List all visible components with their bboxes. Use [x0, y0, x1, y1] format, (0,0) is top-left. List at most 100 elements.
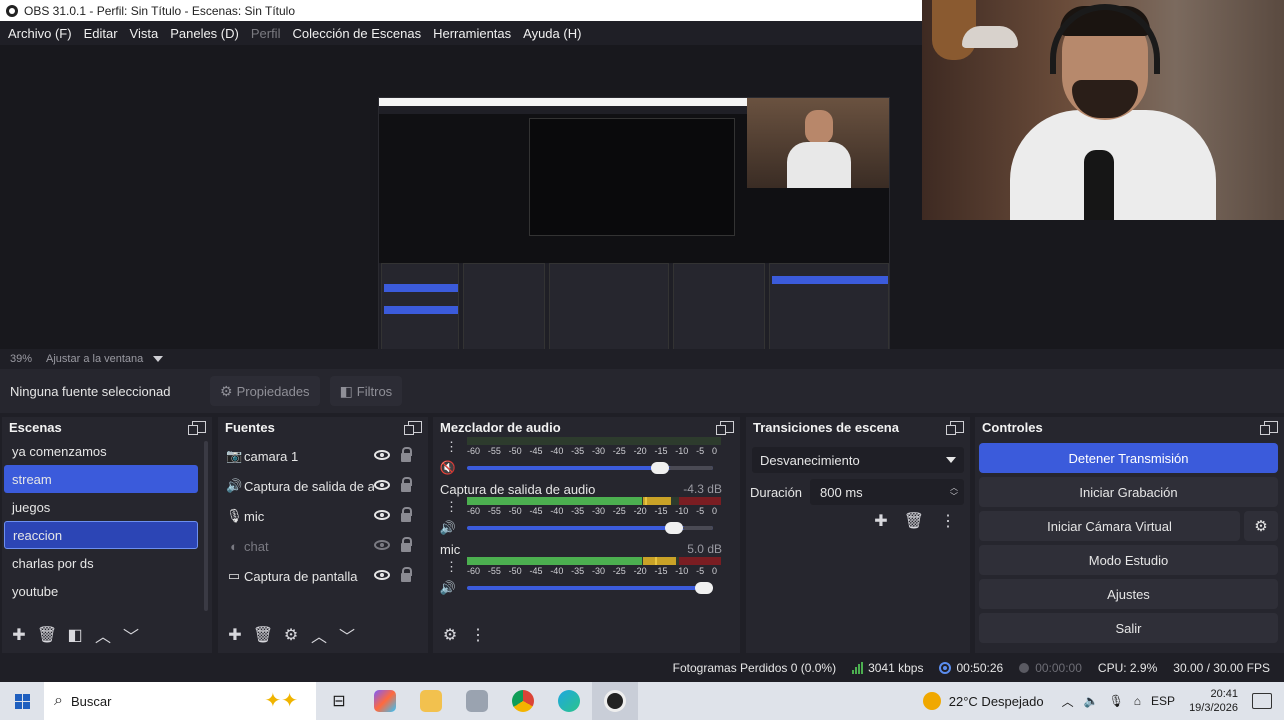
scale-tick: -25 — [612, 506, 626, 516]
scene-item[interactable]: stream — [4, 465, 198, 493]
add-source-icon[interactable]: ✚ — [224, 624, 246, 646]
eye-icon[interactable] — [374, 510, 390, 520]
eye-icon[interactable] — [374, 570, 390, 580]
settings-button[interactable]: Ajustes — [979, 579, 1278, 609]
channel-menu-icon[interactable]: ⋮ — [445, 559, 458, 575]
move-down-icon[interactable]: ﹀ — [120, 624, 142, 646]
advanced-audio-icon[interactable]: ⚙ — [439, 624, 461, 646]
slider-knob[interactable] — [650, 462, 669, 474]
menu-editar[interactable]: Editar — [78, 26, 124, 41]
remove-scene-icon[interactable]: 🗑 — [36, 624, 58, 646]
add-transition-icon[interactable]: ✚ — [874, 511, 887, 531]
zoom-dropdown-icon[interactable] — [153, 356, 164, 362]
add-scene-icon[interactable]: ✚ — [8, 624, 30, 646]
undock-icon[interactable] — [404, 421, 422, 435]
app-window-icon[interactable] — [454, 682, 500, 720]
channel-menu-icon[interactable]: ⋮ — [445, 439, 458, 455]
stop-stream-button[interactable]: Detener Transmisión — [979, 443, 1278, 473]
menu-vista[interactable]: Vista — [124, 26, 165, 41]
lock-icon[interactable] — [401, 507, 412, 522]
lock-icon[interactable] — [401, 447, 412, 462]
volume-slider[interactable] — [467, 582, 713, 594]
mixer-menu-icon[interactable]: ⋮ — [467, 624, 489, 646]
studio-mode-button[interactable]: Modo Estudio — [979, 545, 1278, 575]
source-item[interactable]: ▭ Captura de pantalla — [218, 561, 428, 591]
menu-herramientas[interactable]: Herramientas — [427, 26, 517, 41]
slider-knob[interactable] — [665, 522, 684, 534]
remove-transition-icon[interactable]: 🗑 — [904, 511, 924, 531]
copilot-icon[interactable] — [362, 682, 408, 720]
menu-coleccion-escenas[interactable]: Colección de Escenas — [286, 26, 427, 41]
volume-slider[interactable] — [467, 522, 713, 534]
undock-icon[interactable] — [716, 421, 734, 435]
move-down-icon[interactable]: ﹀ — [336, 624, 358, 646]
language-indicator[interactable]: ESP — [1151, 694, 1175, 708]
eye-off-icon[interactable] — [374, 540, 390, 550]
lock-icon[interactable] — [401, 477, 412, 492]
scene-item[interactable]: ya comenzamos — [4, 437, 198, 465]
scale-tick: -5 — [696, 566, 705, 576]
task-view-icon[interactable]: ⊟ — [316, 682, 362, 720]
speaker-icon[interactable]: 🔊 — [433, 580, 463, 596]
scale-tick: -55 — [487, 506, 501, 516]
taskbar-search[interactable]: ⌕ Buscar ✦✦ — [44, 682, 316, 720]
duration-input[interactable]: 800 ms ︿ ﹀ — [810, 479, 964, 505]
source-item[interactable]: ◐ chat — [218, 531, 428, 561]
source-item[interactable]: 🔊 Captura de salida de au — [218, 471, 428, 501]
spinner-icon[interactable]: ︿ ﹀ — [950, 483, 958, 501]
move-up-icon[interactable]: ︿ — [308, 624, 330, 646]
virtual-camera-settings-gear-icon[interactable]: ⚙ — [1244, 511, 1278, 541]
move-up-icon[interactable]: ︿ — [92, 624, 114, 646]
chrome-icon[interactable] — [500, 682, 546, 720]
scenes-scrollbar[interactable] — [204, 441, 208, 611]
filters-button[interactable]: ◧ Filtros — [329, 376, 403, 406]
eye-icon[interactable] — [374, 480, 390, 490]
source-properties-icon[interactable]: ⚙ — [280, 624, 302, 646]
scene-item[interactable]: charlas por ds — [4, 549, 198, 577]
file-explorer-icon[interactable] — [408, 682, 454, 720]
scene-item[interactable]: youtube — [4, 577, 198, 605]
undock-icon[interactable] — [946, 421, 964, 435]
weather-widget[interactable]: 22°C Despejado — [922, 692, 1044, 710]
properties-button[interactable]: ⚙ Propiedades — [210, 376, 320, 406]
microphone-icon[interactable]: 🎙 — [1109, 694, 1124, 708]
scene-filters-icon[interactable]: ◧ — [64, 624, 86, 646]
menu-paneles[interactable]: Paneles (D) — [164, 26, 245, 41]
exit-button[interactable]: Salir — [979, 613, 1278, 643]
clock[interactable]: 20:41 19/3/2026 — [1189, 687, 1238, 715]
start-virtual-camera-button[interactable]: Iniciar Cámara Virtual — [979, 511, 1240, 541]
speaker-icon: 🔊 — [226, 478, 243, 493]
obs-taskbar-icon[interactable] — [592, 682, 638, 720]
network-icon[interactable]: ⌂ — [1134, 694, 1141, 708]
windows-taskbar: ⌕ Buscar ✦✦ ⊟ 22°C Despejado ︿ 🔈 🎙 ⌂ ESP… — [0, 682, 1284, 720]
undock-icon[interactable] — [188, 421, 206, 435]
channel-menu-icon[interactable]: ⋮ — [445, 499, 458, 515]
meter-level — [467, 497, 643, 505]
undock-icon[interactable] — [1260, 421, 1278, 435]
transition-select[interactable]: Desvanecimiento — [752, 447, 964, 473]
chevron-up-icon[interactable]: ︿ — [1062, 693, 1074, 710]
speaker-icon[interactable]: 🔈 — [1084, 694, 1099, 708]
speaker-icon[interactable]: 🔊 — [433, 520, 463, 536]
fit-to-window[interactable]: Ajustar a la ventana — [46, 353, 143, 365]
notifications-icon[interactable] — [1252, 693, 1272, 709]
remove-source-icon[interactable]: 🗑 — [252, 624, 274, 646]
lock-icon[interactable] — [401, 537, 412, 552]
scene-list: ya comenzamos stream juegos reaccion charlas… — [2, 437, 212, 605]
menu-ayuda[interactable]: Ayuda (H) — [517, 26, 587, 41]
muted-speaker-icon[interactable]: 🔇 — [433, 460, 463, 476]
start-recording-button[interactable]: Iniciar Grabación — [979, 477, 1278, 507]
transition-menu-icon[interactable]: ⋮ — [940, 511, 956, 531]
scene-item[interactable]: juegos — [4, 493, 198, 521]
lock-icon[interactable] — [401, 567, 412, 582]
eye-icon[interactable] — [374, 450, 390, 460]
edge-icon[interactable] — [546, 682, 592, 720]
source-item[interactable]: 📷 camara 1 — [218, 441, 428, 471]
slider-knob[interactable] — [695, 582, 713, 594]
meter-peak — [644, 497, 647, 505]
volume-slider[interactable] — [467, 462, 713, 474]
source-item[interactable]: 🎙 mic — [218, 501, 428, 531]
menu-archivo[interactable]: Archivo (F) — [2, 26, 78, 41]
scene-item[interactable]: reaccion — [4, 521, 198, 549]
windows-start-icon[interactable] — [0, 693, 44, 709]
